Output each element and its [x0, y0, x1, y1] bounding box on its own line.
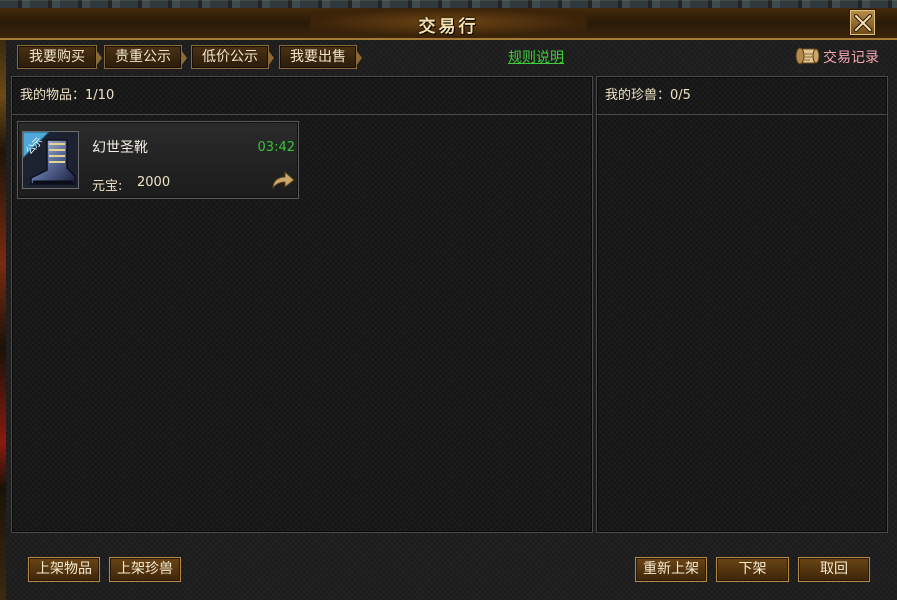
- left-decoration: [0, 40, 6, 600]
- delist-button[interactable]: 下架: [716, 557, 789, 582]
- tab-buy[interactable]: 我要购买: [17, 45, 102, 69]
- item-slot[interactable]: 公示: [22, 131, 79, 189]
- tab-sell[interactable]: 我要出售: [279, 45, 362, 69]
- relist-button[interactable]: 重新上架: [635, 557, 707, 582]
- list-pet-button[interactable]: 上架珍兽: [109, 557, 181, 582]
- tab-valuable-notice[interactable]: 贵重公示: [104, 45, 187, 69]
- share-arrow-icon[interactable]: [271, 170, 295, 190]
- item-price-label: 元宝:: [92, 179, 123, 194]
- my-pets-panel: 我的珍兽：0/5: [596, 76, 888, 533]
- close-icon: [853, 13, 872, 32]
- item-card[interactable]: 公示 幻世圣靴 03:42 元宝: 2000: [17, 121, 299, 199]
- trade-record-label: 交易记录: [823, 50, 879, 66]
- item-price: 2000: [137, 175, 171, 190]
- my-pets-label: 我的珍兽：: [605, 88, 671, 103]
- my-items-label: 我的物品：: [20, 88, 86, 103]
- trade-record-button[interactable]: 交易记录: [794, 44, 886, 70]
- trade-window: 交易行 我要购买 贵重公示 低价公示 我要出售 规则说明 交易记录 我的物品：1…: [0, 0, 897, 600]
- item-name: 幻世圣靴: [92, 140, 148, 156]
- my-pets-header: 我的珍兽：0/5: [597, 77, 887, 115]
- tab-lowprice-notice[interactable]: 低价公示: [191, 45, 274, 69]
- scroll-icon: [795, 47, 820, 65]
- item-timer: 03:42: [257, 140, 295, 155]
- my-items-header: 我的物品：1/10: [12, 77, 592, 115]
- title-bar-ornament: [0, 0, 897, 8]
- my-items-count: 1/10: [85, 88, 115, 103]
- retrieve-button[interactable]: 取回: [798, 557, 870, 582]
- list-item-button[interactable]: 上架物品: [28, 557, 100, 582]
- window-title: 交易行: [418, 17, 479, 37]
- rules-link[interactable]: 规则说明: [508, 47, 564, 67]
- close-button[interactable]: [849, 9, 876, 36]
- my-pets-count: 0/5: [670, 88, 691, 103]
